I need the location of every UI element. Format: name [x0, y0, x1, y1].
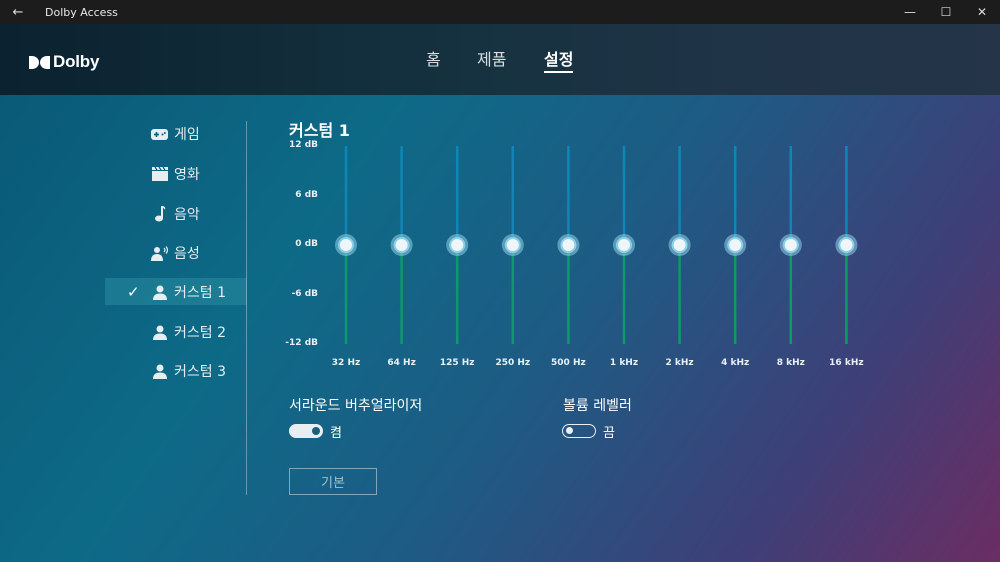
y-axis-label: -12 dB [285, 338, 318, 348]
speaking-person-icon [151, 245, 168, 261]
sidebar-item-label: 음악 [174, 207, 200, 223]
volume-leveler-state: 끔 [603, 426, 615, 441]
reset-default-button[interactable]: 기본 [289, 468, 377, 495]
checkmark-icon: ✓ [127, 283, 140, 301]
minimize-icon: — [904, 5, 916, 19]
eq-frequency-label: 32 Hz [331, 358, 361, 368]
eq-band-slider[interactable] [668, 146, 691, 344]
maximize-icon: ☐ [940, 5, 952, 19]
eq-band-slider[interactable] [501, 146, 524, 344]
sidebar-item-label: 음성 [174, 246, 200, 262]
eq-knob[interactable] [449, 237, 466, 253]
close-icon: ✕ [976, 5, 988, 19]
eq-knob[interactable] [727, 237, 744, 253]
back-button[interactable]: ← [0, 0, 36, 24]
eq-knob[interactable] [782, 237, 799, 253]
gamepad-icon [151, 126, 168, 142]
close-button[interactable]: ✕ [964, 0, 1000, 24]
person-icon [151, 284, 168, 300]
eq-knob[interactable] [393, 237, 410, 253]
eq-band-slider[interactable] [557, 146, 580, 344]
sidebar-item-movie[interactable]: 영화 [105, 160, 247, 187]
eq-frequency-label: 1 kHz [609, 358, 639, 368]
app-window: ← Dolby Access — ☐ ✕ Dolby 홈 제품 설정 게임 영화… [0, 0, 1000, 562]
volume-leveler-toggle[interactable] [562, 424, 596, 438]
eq-frequency-label: 250 Hz [495, 358, 531, 368]
equalizer-sliders [335, 146, 858, 344]
y-axis-label: 0 dB [295, 239, 318, 249]
sidebar-item-label: 커스텀 1 [174, 285, 226, 301]
equalizer: 12 dB 6 dB 0 dB -6 dB -12 dB 32 Hz 64 Hz 125 Hz… [270, 140, 890, 380]
sidebar-item-label: 게임 [174, 127, 200, 143]
y-axis-label: 6 dB [295, 189, 318, 200]
person-icon [151, 363, 168, 379]
eq-knob[interactable] [616, 237, 632, 253]
y-axis-label: 12 dB [289, 140, 318, 150]
eq-frequency-label: 4 kHz [721, 358, 750, 368]
eq-band-slider[interactable] [446, 146, 469, 344]
eq-band-slider[interactable] [390, 146, 413, 344]
sidebar-item-game[interactable]: 게임 [105, 120, 247, 147]
eq-band-slider[interactable] [613, 146, 635, 344]
tab-home[interactable]: 홈 [426, 46, 441, 70]
eq-knob[interactable] [560, 237, 577, 253]
music-note-icon [151, 206, 168, 222]
sidebar-item-voice[interactable]: 음성 [105, 239, 247, 266]
eq-band-slider[interactable] [779, 146, 802, 344]
sidebar-item-label: 커스텀 2 [174, 325, 226, 341]
eq-band-slider[interactable] [724, 146, 747, 344]
title-bar: ← Dolby Access — ☐ ✕ [0, 0, 1000, 24]
app-header: Dolby 홈 제품 설정 [0, 24, 1000, 95]
sidebar-item-custom-2[interactable]: 커스텀 2 [105, 318, 247, 345]
sidebar-item-label: 커스텀 3 [174, 364, 226, 380]
back-arrow-icon: ← [12, 4, 24, 20]
person-icon [151, 324, 168, 340]
surround-virtualizer-label: 서라운드 버추얼라이저 [289, 398, 423, 414]
sidebar-divider [246, 121, 247, 495]
eq-frequency-label: 16 kHz [829, 358, 864, 368]
surround-virtualizer-state: 켬 [330, 426, 342, 441]
eq-band-slider[interactable] [335, 146, 357, 344]
eq-frequency-label: 2 kHz [665, 358, 694, 368]
eq-knob[interactable] [504, 237, 521, 253]
window-title: Dolby Access [45, 5, 118, 19]
volume-leveler-label: 볼륨 레벨러 [563, 398, 632, 414]
sidebar-item-label: 영화 [174, 167, 200, 183]
tab-settings[interactable]: 설정 [544, 46, 574, 73]
eq-knob[interactable] [838, 237, 855, 253]
window-controls: — ☐ ✕ [892, 0, 1000, 24]
eq-knob[interactable] [338, 237, 354, 253]
eq-frequency-label: 8 kHz [776, 358, 805, 368]
eq-frequency-label: 64 Hz [387, 358, 416, 368]
eq-knob[interactable] [671, 237, 688, 253]
tab-products[interactable]: 제품 [477, 46, 506, 70]
maximize-button[interactable]: ☐ [928, 0, 964, 24]
sidebar-item-custom-3[interactable]: 커스텀 3 [105, 357, 247, 384]
y-axis-label: -6 dB [291, 288, 318, 299]
sidebar-item-custom-1[interactable]: ✓ 커스텀 1 [105, 278, 247, 305]
eq-band-slider[interactable] [835, 146, 858, 344]
top-nav: 홈 제품 설정 [0, 46, 1000, 76]
clapperboard-icon [151, 166, 168, 182]
eq-frequency-label: 500 Hz [551, 358, 586, 368]
sidebar-item-music[interactable]: 음악 [105, 200, 247, 227]
preset-title: 커스텀 1 [289, 121, 350, 140]
minimize-button[interactable]: — [892, 0, 928, 24]
eq-frequency-label: 125 Hz [439, 358, 475, 368]
surround-virtualizer-toggle[interactable] [289, 424, 323, 438]
